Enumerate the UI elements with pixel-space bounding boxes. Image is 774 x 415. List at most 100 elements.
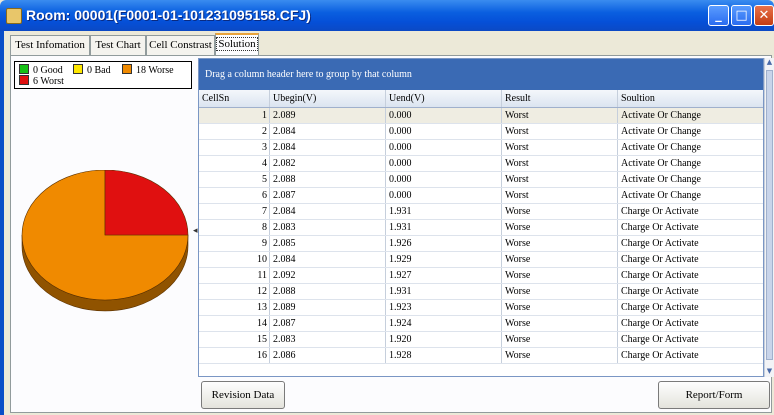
cell-uend[interactable]: 1.931 [386,220,502,235]
tab-test-infomation[interactable]: Test Infomation [10,35,90,55]
cell-soultion[interactable]: Activate Or Change [618,188,763,203]
table-row[interactable]: 8 2.083 1.931 Worse Charge Or Activate [199,220,763,236]
close-button[interactable]: ✕ [754,5,774,26]
title-bar[interactable]: Room: 00001(F0001-01-101231095158.CFJ) _… [0,0,774,31]
cell-ubegin[interactable]: 2.087 [270,316,386,331]
cell-cellsn[interactable]: 13 [199,300,270,315]
cell-result[interactable]: Worse [502,252,618,267]
cell-result[interactable]: Worse [502,348,618,363]
cell-cellsn[interactable]: 2 [199,124,270,139]
cell-soultion[interactable]: Charge Or Activate [618,332,763,347]
cell-result[interactable]: Worst [502,172,618,187]
cell-uend[interactable]: 1.926 [386,236,502,251]
column-header-result[interactable]: Result [502,90,618,107]
table-row[interactable]: 13 2.089 1.923 Worse Charge Or Activate [199,300,763,316]
cell-result[interactable]: Worst [502,140,618,155]
cell-soultion[interactable]: Charge Or Activate [618,236,763,251]
cell-result[interactable]: Worse [502,284,618,299]
cell-ubegin[interactable]: 2.084 [270,140,386,155]
cell-ubegin[interactable]: 2.084 [270,204,386,219]
cell-uend[interactable]: 1.931 [386,204,502,219]
cell-soultion[interactable]: Activate Or Change [618,156,763,171]
cell-result[interactable]: Worst [502,124,618,139]
cell-cellsn[interactable]: 3 [199,140,270,155]
scroll-down-icon[interactable]: ▼ [765,367,774,377]
cell-soultion[interactable]: Charge Or Activate [618,220,763,235]
table-row[interactable]: 12 2.088 1.931 Worse Charge Or Activate [199,284,763,300]
cell-ubegin[interactable]: 2.092 [270,268,386,283]
table-row[interactable]: 11 2.092 1.927 Worse Charge Or Activate [199,268,763,284]
table-row[interactable]: 4 2.082 0.000 Worst Activate Or Change [199,156,763,172]
cell-ubegin[interactable]: 2.086 [270,348,386,363]
scroll-up-icon[interactable]: ▲ [765,58,774,68]
cell-result[interactable]: Worse [502,268,618,283]
table-row[interactable]: 16 2.086 1.928 Worse Charge Or Activate [199,348,763,364]
cell-cellsn[interactable]: 1 [199,108,270,123]
cell-uend[interactable]: 0.000 [386,156,502,171]
group-by-bar[interactable]: Drag a column header here to group by th… [199,59,763,90]
tab-test-chart[interactable]: Test Chart [90,35,146,55]
table-row[interactable]: 14 2.087 1.924 Worse Charge Or Activate [199,316,763,332]
table-row[interactable]: 7 2.084 1.931 Worse Charge Or Activate [199,204,763,220]
cell-soultion[interactable]: Activate Or Change [618,172,763,187]
cell-uend[interactable]: 1.924 [386,316,502,331]
maximize-button[interactable]: □ [731,5,752,26]
table-row[interactable]: 6 2.087 0.000 Worst Activate Or Change [199,188,763,204]
cell-uend[interactable]: 0.000 [386,172,502,187]
cell-uend[interactable]: 1.929 [386,252,502,267]
grid-vertical-scrollbar[interactable]: ▲ ▼ [764,58,774,377]
cell-uend[interactable]: 1.920 [386,332,502,347]
cell-result[interactable]: Worse [502,332,618,347]
cell-cellsn[interactable]: 15 [199,332,270,347]
cell-soultion[interactable]: Charge Or Activate [618,204,763,219]
cell-ubegin[interactable]: 2.087 [270,188,386,203]
revision-data-button[interactable]: Revision Data [201,381,285,409]
cell-ubegin[interactable]: 2.084 [270,252,386,267]
cell-cellsn[interactable]: 11 [199,268,270,283]
cell-ubegin[interactable]: 2.083 [270,332,386,347]
cell-uend[interactable]: 0.000 [386,124,502,139]
table-row[interactable]: 5 2.088 0.000 Worst Activate Or Change [199,172,763,188]
column-header-cellsn[interactable]: CellSn [199,90,270,107]
cell-cellsn[interactable]: 9 [199,236,270,251]
cell-cellsn[interactable]: 14 [199,316,270,331]
cell-uend[interactable]: 1.928 [386,348,502,363]
cell-ubegin[interactable]: 2.089 [270,300,386,315]
cell-result[interactable]: Worst [502,108,618,123]
cell-ubegin[interactable]: 2.085 [270,236,386,251]
cell-uend[interactable]: 0.000 [386,188,502,203]
cell-result[interactable]: Worst [502,188,618,203]
table-row[interactable]: 3 2.084 0.000 Worst Activate Or Change [199,140,763,156]
cell-result[interactable]: Worse [502,236,618,251]
cell-soultion[interactable]: Charge Or Activate [618,268,763,283]
cell-result[interactable]: Worst [502,156,618,171]
cell-result[interactable]: Worse [502,204,618,219]
cell-ubegin[interactable]: 2.089 [270,108,386,123]
cell-soultion[interactable]: Charge Or Activate [618,300,763,315]
cell-uend[interactable]: 1.927 [386,268,502,283]
cell-cellsn[interactable]: 16 [199,348,270,363]
column-header-soultion[interactable]: Soultion [618,90,763,107]
minimize-button[interactable]: _ [708,5,729,26]
cell-result[interactable]: Worse [502,316,618,331]
tab-solution[interactable]: Solution [215,33,259,56]
cell-result[interactable]: Worse [502,220,618,235]
cell-result[interactable]: Worse [502,300,618,315]
table-row[interactable]: 1 2.089 0.000 Worst Activate Or Change [199,108,763,124]
cell-soultion[interactable]: Activate Or Change [618,108,763,123]
cell-ubegin[interactable]: 2.088 [270,284,386,299]
cell-uend[interactable]: 1.931 [386,284,502,299]
cell-cellsn[interactable]: 12 [199,284,270,299]
tab-cell-constrast[interactable]: Cell Constrast [146,35,215,55]
cell-cellsn[interactable]: 8 [199,220,270,235]
cell-ubegin[interactable]: 2.088 [270,172,386,187]
cell-uend[interactable]: 1.923 [386,300,502,315]
cell-cellsn[interactable]: 7 [199,204,270,219]
cell-cellsn[interactable]: 10 [199,252,270,267]
collapse-arrow-icon[interactable]: ◂ [193,226,198,236]
cell-soultion[interactable]: Charge Or Activate [618,284,763,299]
scrollbar-thumb[interactable] [766,70,773,360]
cell-soultion[interactable]: Activate Or Change [618,124,763,139]
cell-ubegin[interactable]: 2.082 [270,156,386,171]
cell-uend[interactable]: 0.000 [386,140,502,155]
